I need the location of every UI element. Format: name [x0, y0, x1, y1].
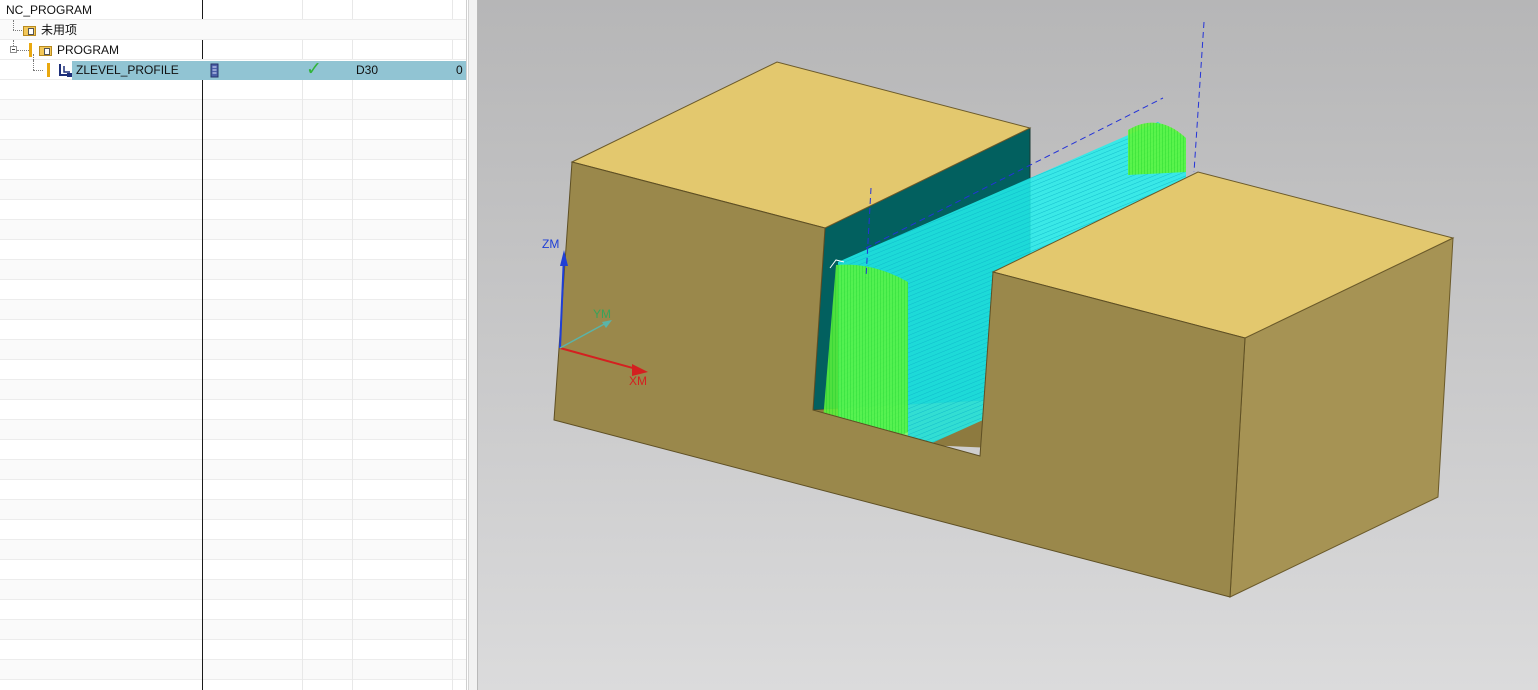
empty-row	[0, 680, 466, 690]
empty-row	[0, 340, 466, 360]
column-divider[interactable]	[352, 0, 353, 690]
zlevel-profile-icon	[59, 64, 72, 77]
part-model	[553, 21, 1455, 598]
empty-row	[0, 360, 466, 380]
empty-row	[0, 500, 466, 520]
empty-row	[0, 420, 466, 440]
tree-row-unused[interactable]: 未用项	[0, 20, 466, 40]
empty-row	[0, 300, 466, 320]
empty-row	[0, 540, 466, 560]
empty-row	[0, 160, 466, 180]
selection-highlight	[302, 61, 466, 80]
empty-row	[0, 580, 466, 600]
empty-row	[0, 200, 466, 220]
graphics-window[interactable]: ZM YM XM	[478, 0, 1538, 690]
tree-connector	[33, 60, 34, 70]
empty-row	[0, 660, 466, 680]
column-divider[interactable]	[302, 0, 303, 690]
column-divider	[466, 0, 467, 690]
y-axis-label: YM	[593, 307, 611, 321]
empty-row	[0, 380, 466, 400]
tree-connector	[33, 70, 43, 71]
empty-row	[0, 180, 466, 200]
needs-regenerate-icon	[29, 43, 32, 57]
empty-row	[0, 520, 466, 540]
empty-row	[0, 400, 466, 420]
operation-navigator: NC_PROGRAM 未用项 PROGRAM ZLEVEL_PROFILE ✓ …	[0, 0, 468, 690]
empty-row	[0, 220, 466, 240]
operation-name: ZLEVEL_PROFILE	[76, 63, 179, 77]
empty-row	[0, 560, 466, 580]
empty-row	[0, 240, 466, 260]
empty-row	[0, 140, 466, 160]
column-divider[interactable]	[202, 0, 203, 690]
empty-row	[0, 280, 466, 300]
empty-row	[0, 440, 466, 460]
tool-axis-end	[1193, 21, 1205, 173]
pane-splitter[interactable]	[468, 0, 478, 690]
x-axis-label: XM	[629, 374, 647, 388]
empty-row	[0, 100, 466, 120]
collapse-icon[interactable]	[10, 46, 17, 53]
column-divider[interactable]	[452, 0, 453, 690]
empty-row	[0, 480, 466, 500]
program-group-icon	[23, 24, 37, 36]
empty-row	[0, 460, 466, 480]
tree-row-root[interactable]: NC_PROGRAM	[0, 0, 466, 20]
tree-connector	[17, 50, 29, 51]
program-group-icon	[39, 44, 53, 56]
tool-name: D30	[356, 63, 379, 77]
tree-root-label: NC_PROGRAM	[6, 3, 93, 17]
toolpath-generated-icon	[210, 63, 219, 78]
empty-row	[0, 120, 466, 140]
needs-regenerate-icon	[47, 63, 50, 77]
empty-row	[0, 620, 466, 640]
tree-row-operation[interactable]: ZLEVEL_PROFILE ✓ D30 0	[0, 60, 466, 80]
empty-row	[0, 600, 466, 620]
tree-item-label: 未用项	[41, 23, 78, 37]
empty-row	[0, 80, 466, 100]
empty-row	[0, 640, 466, 660]
toolpath-end-arc	[1128, 122, 1186, 175]
z-axis-label: ZM	[542, 237, 560, 251]
empty-row	[0, 260, 466, 280]
empty-row	[0, 320, 466, 340]
operation-extra-value: 0	[456, 63, 463, 77]
tree-connector	[13, 20, 14, 30]
tree-item-label: PROGRAM	[57, 43, 120, 57]
tree-row-program[interactable]: PROGRAM	[0, 40, 466, 60]
checkmark-icon: ✓	[306, 59, 322, 80]
tree-connector	[13, 30, 22, 31]
